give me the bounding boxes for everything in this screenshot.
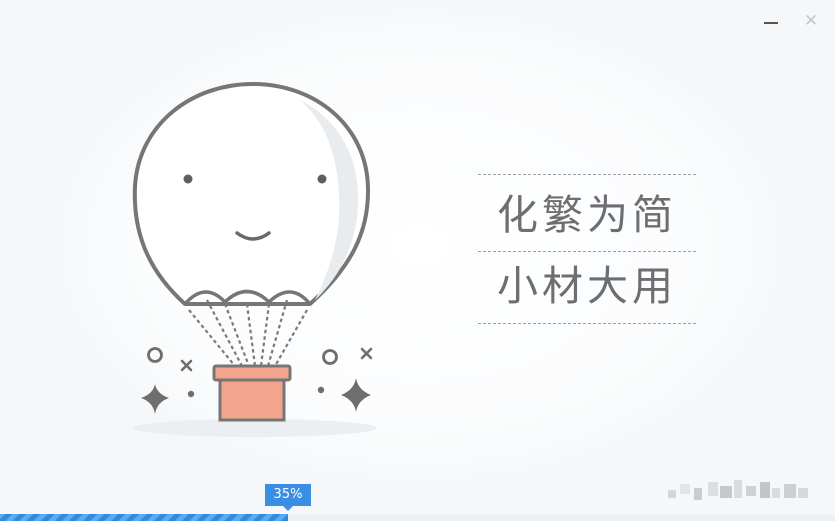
pixelated-watermark (668, 480, 808, 500)
hot-air-balloon-illustration (132, 82, 377, 437)
minimize-button[interactable] (760, 10, 782, 32)
minimize-icon (764, 22, 778, 24)
slogan-line-1: 化繁为简 (497, 191, 677, 239)
slogan-divider-top (478, 174, 696, 175)
progress-bar (0, 514, 835, 521)
basket-body (218, 378, 286, 422)
ropes (188, 299, 308, 367)
dot-deco-left (187, 390, 195, 398)
dot-deco-right (317, 386, 325, 394)
x-deco-left (180, 359, 193, 372)
progress-percent-label: 35% (265, 484, 311, 511)
installer-window: ✕ 化繁为简 小材大用 35% (0, 0, 835, 521)
left-eye (183, 174, 193, 184)
x-deco-right (360, 347, 373, 360)
slogan-divider-middle (478, 251, 696, 252)
sparkle-deco-right (341, 378, 371, 412)
right-eye (317, 174, 327, 184)
ground-shadow (133, 419, 377, 437)
circle-deco-right (322, 349, 338, 365)
slogan-line-2: 小材大用 (497, 262, 677, 310)
progress-bar-fill (0, 514, 288, 521)
close-button[interactable]: ✕ (800, 10, 822, 32)
circle-deco-left (147, 347, 163, 363)
slogan: 化繁为简 小材大用 (478, 174, 696, 324)
basket-rim (212, 364, 292, 382)
close-icon: ✕ (803, 10, 819, 31)
sparkle-deco-left (141, 384, 169, 414)
slogan-divider-bottom (478, 323, 696, 324)
